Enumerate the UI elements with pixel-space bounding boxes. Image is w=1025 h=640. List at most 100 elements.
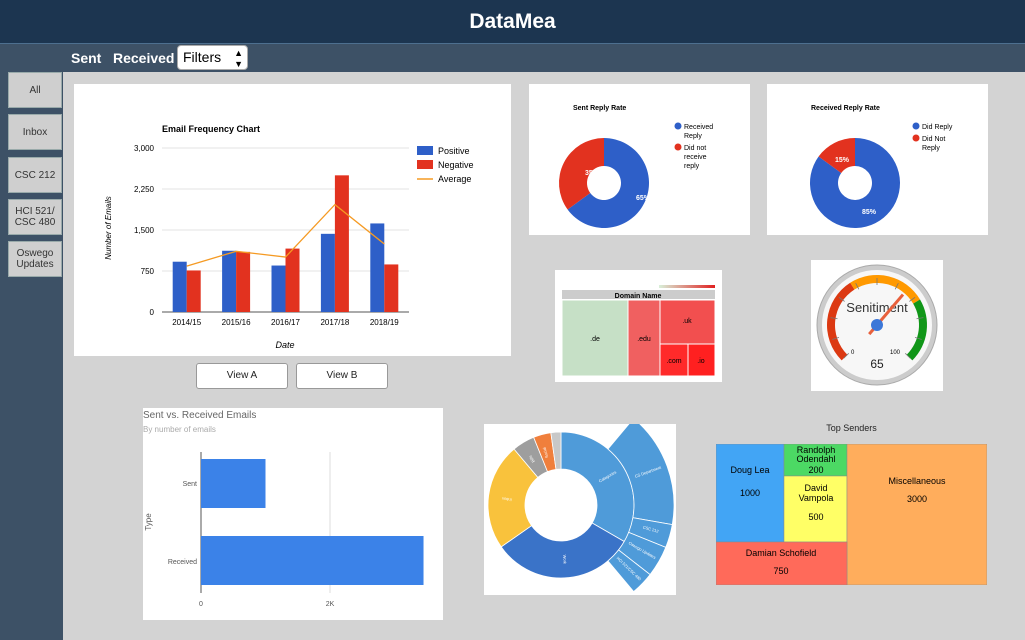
sent-vs-received-chart: Sent vs. Received Emails By number of em…: [143, 410, 424, 608]
legend-negative: Negative: [438, 160, 474, 170]
slice-label-did-not-reply: 15%: [835, 157, 850, 164]
chart-title: Email Frequency Chart: [162, 124, 260, 134]
x-tick-label: 2015/16: [222, 318, 251, 327]
sidebar-item-inbox[interactable]: Inbox: [8, 114, 62, 150]
y-axis-label: Number of Emails: [104, 196, 113, 260]
bar-positive: [370, 223, 385, 312]
legend-did-reply: Did Reply: [922, 124, 953, 131]
x-tick-label: 2014/15: [172, 318, 201, 327]
sidebar-item-hci521[interactable]: HCI 521/ CSC 480: [8, 199, 62, 235]
x-axis-label: Date: [275, 340, 294, 350]
bar-positive: [320, 233, 335, 312]
y-tick-label: 1,500: [134, 226, 155, 235]
treemap-label-com: .com: [666, 358, 681, 365]
bar-positive: [172, 261, 187, 312]
top-senders-title: Top Senders: [826, 423, 877, 433]
sentiment-gauge: Senitiment 0 100 65: [816, 264, 938, 386]
treemap-label-edu: .edu: [637, 336, 651, 343]
sender-value: 750: [773, 566, 788, 576]
treemap-label-uk: .uk: [682, 318, 692, 325]
bar-received: [201, 536, 424, 585]
domain-treemap: Domain Name .de .edu .uk .com .io: [561, 285, 716, 377]
legend-not-received-dot: [674, 143, 682, 151]
sender-name: Randolph Odendahl: [796, 445, 835, 464]
sender-name: Doug Lea: [730, 465, 769, 475]
view-b-button[interactable]: View B: [296, 363, 388, 389]
bar-negative: [285, 248, 300, 312]
y-tick-label: 2,250: [134, 185, 155, 194]
sidebar-item-oswego-updates[interactable]: Oswego Updates: [8, 241, 62, 277]
sender-value: 200: [808, 465, 823, 475]
slice-label-received: 65%: [636, 195, 651, 202]
email-frequency-card: Email Frequency Chart Date Number of Ema…: [74, 84, 511, 356]
sender-name: Miscellaneous: [888, 476, 946, 486]
chart-title: Sent Reply Rate: [573, 105, 626, 112]
bar-positive: [222, 250, 237, 312]
email-frequency-chart: Email Frequency Chart Date Number of Ema…: [104, 124, 474, 350]
chevron-updown-icon: ▲ ▼: [234, 48, 243, 69]
sent-vs-received-card: Sent vs. Received Emails By number of em…: [143, 408, 443, 620]
x-tick-2k: 2K: [326, 601, 335, 608]
bar-negative: [334, 175, 349, 312]
bar-positive: [271, 265, 286, 312]
sender-value: 500: [808, 512, 823, 522]
treemap-title: Domain Name: [615, 293, 662, 300]
legend-did-not-reply-dot: [912, 134, 920, 142]
x-tick-0: 0: [199, 601, 203, 608]
y-tick-label: 0: [150, 308, 155, 317]
legend-average: Average: [438, 174, 471, 184]
y-tick-label: 750: [141, 267, 155, 276]
chart-subtitle: By number of emails: [143, 425, 216, 434]
nav-sent[interactable]: Sent: [71, 44, 101, 72]
legend-negative-swatch: [417, 160, 433, 169]
sidebar-item-csc212[interactable]: CSC 212: [8, 157, 62, 193]
sender-value: 3000: [907, 494, 927, 504]
line-average: [186, 203, 385, 267]
filters-select[interactable]: Filters ▲ ▼: [177, 45, 248, 70]
folder-sunburst-chart: CategoriesWorkInboxBillsSocialCS Departm…: [487, 417, 675, 593]
legend-received-dot: [674, 122, 682, 130]
filters-value: Filters: [183, 49, 222, 65]
treemap-label-io: .io: [697, 358, 705, 365]
gauge-max: 100: [890, 350, 901, 356]
y-tick-label: 3,000: [134, 144, 155, 153]
x-tick-label: 2017/18: [320, 318, 349, 327]
received-reply-rate-chart: Received Reply Rate 85% 15% Did Reply Di…: [810, 105, 953, 228]
sender-name: Damian Schofield: [746, 548, 817, 558]
sidebar-item-all[interactable]: All: [8, 72, 62, 108]
domain-treemap-card: Domain Name .de .edu .uk .com .io: [555, 270, 722, 382]
bar-negative: [236, 251, 251, 312]
gauge-value: 65: [870, 357, 884, 371]
x-tick-label: 2016/17: [271, 318, 300, 327]
view-a-button[interactable]: View A: [196, 363, 288, 389]
legend-positive-swatch: [417, 146, 433, 155]
legend-not-received: Did not receive reply: [684, 145, 707, 170]
legend-did-not-reply: Did Not Reply: [922, 136, 945, 152]
nav-received[interactable]: Received: [113, 44, 174, 72]
app-title: DataMea: [469, 10, 556, 33]
slice-label-did-reply: 85%: [862, 209, 877, 216]
sender-value: 1000: [740, 488, 760, 498]
gauge-hub: [871, 319, 883, 331]
sender-cell-misc: [846, 443, 988, 586]
legend-positive: Positive: [438, 146, 470, 156]
chart-title: Received Reply Rate: [811, 105, 880, 112]
slice-label-not-received: 35%: [585, 170, 600, 177]
category-received: Received: [168, 559, 197, 566]
sent-reply-rate-card: Sent Reply Rate 65% 35% Received Reply Di…: [529, 84, 750, 235]
y-axis-label: Type: [144, 513, 153, 531]
sent-reply-rate-chart: Sent Reply Rate 65% 35% Received Reply Di…: [559, 105, 713, 228]
bar-sent: [201, 459, 266, 508]
treemap-label-de: .de: [590, 336, 600, 343]
legend-received: Received Reply: [684, 124, 713, 140]
top-senders-treemap: Doug Lea 1000 Randolph Odendahl 200 David…: [715, 443, 988, 586]
bar-negative: [186, 270, 201, 312]
sunburst-card: Categories Work Inbox Bills Social CS Departm…: [484, 417, 676, 595]
x-tick-label: 2018/19: [370, 318, 399, 327]
bar-negative: [384, 264, 399, 312]
gauge-label: Senitiment: [846, 300, 908, 315]
received-reply-rate-card: Received Reply Rate 85% 15% Did Reply Di…: [767, 84, 988, 235]
legend-did-reply-dot: [912, 122, 920, 130]
sunburst-label: Work: [562, 555, 567, 564]
category-sent: Sent: [183, 481, 197, 488]
